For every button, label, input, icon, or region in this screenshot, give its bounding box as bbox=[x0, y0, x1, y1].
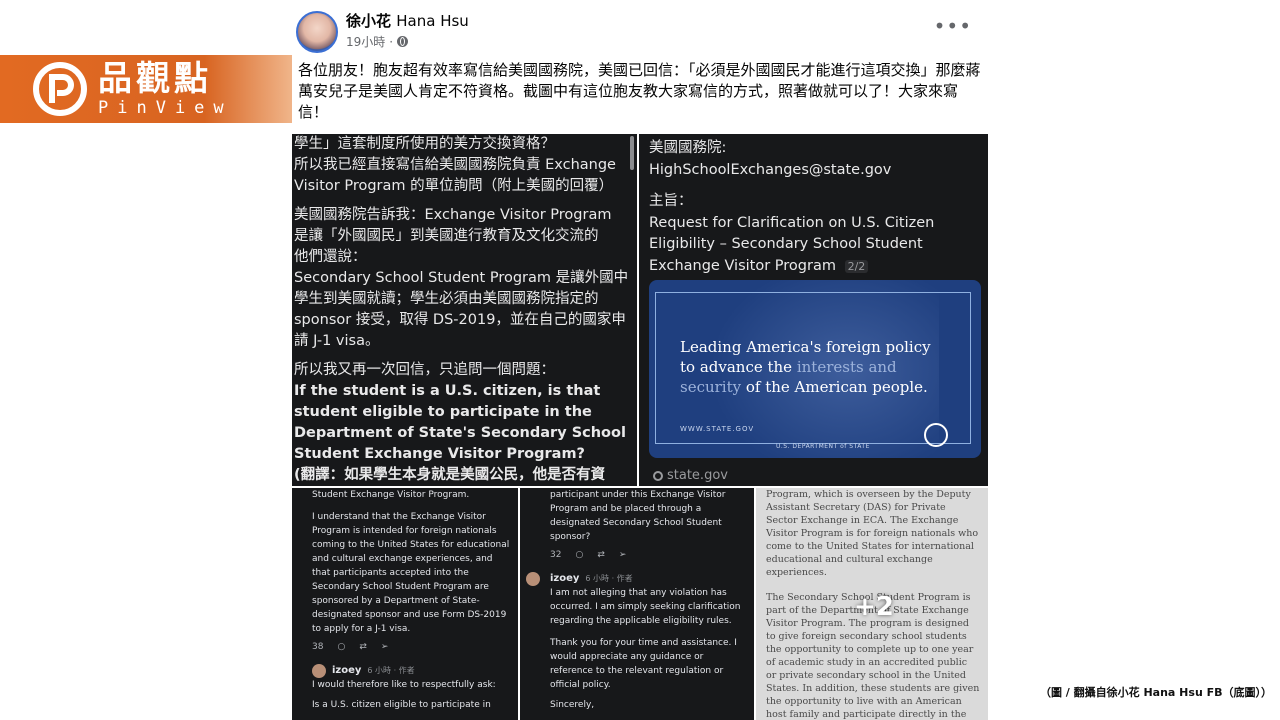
image-credit-caption: （圖 / 翻攝自徐小花 Hana Hsu FB（底圖）） bbox=[1039, 686, 1272, 699]
photo-4-body-1: I am not alleging that any violation has… bbox=[550, 588, 741, 626]
commenter-handle: izoey bbox=[332, 665, 362, 676]
photo-1-question: If the student is a U.S. citizen, is tha… bbox=[294, 383, 626, 462]
link-preview-card[interactable]: Leading America's foreign policy to adva… bbox=[649, 280, 981, 458]
more-options-button[interactable]: ••• bbox=[934, 14, 972, 38]
author-name-zh[interactable]: 徐小花 bbox=[346, 12, 391, 30]
photo-1-line: 所以我已經直接寫信給美國國務院負責 Exchange Visitor Progr… bbox=[294, 157, 616, 194]
card-frame: Leading America's foreign policy to adva… bbox=[655, 292, 971, 450]
author-name[interactable]: 徐小花 Hana Hsu bbox=[346, 10, 469, 31]
public-audience-icon bbox=[397, 36, 409, 47]
photo-3-reply: I would therefore like to respectfully a… bbox=[312, 680, 496, 690]
post-header: 徐小花 Hana Hsu 19小時 · ••• bbox=[292, 0, 988, 58]
commenter-handle: izoey bbox=[550, 573, 580, 584]
comment-time: 6 小時 · 作者 bbox=[585, 574, 633, 583]
like-count: 32 bbox=[550, 550, 562, 560]
photo-1-text: 學生」這套制度所使用的美方交換資格？ 所以我已經直接寫信給美國國務院負責 Exc… bbox=[294, 134, 630, 486]
photo-1-line: (翻譯：如果學生本身就是美國公民，他是否有資 bbox=[294, 467, 606, 483]
card-headline-c: of the American people. bbox=[741, 378, 928, 396]
subject-text: Request for Clarification on U.S. Citize… bbox=[649, 214, 935, 274]
repost-icon: ⇄ bbox=[597, 550, 605, 560]
logo-name-en: PinView bbox=[98, 97, 233, 118]
photo-3[interactable]: Student Exchange Visitor Program. I unde… bbox=[292, 488, 518, 720]
pinview-logo-icon bbox=[33, 62, 87, 116]
page-indicator: 2/2 bbox=[844, 259, 869, 273]
card-headline: Leading America's foreign policy to adva… bbox=[680, 337, 950, 397]
state-department-seal-icon bbox=[924, 423, 948, 447]
photo-4-top: participant under this Exchange Visitor … bbox=[550, 490, 726, 542]
subject-label: 主旨： bbox=[649, 193, 693, 209]
like-count: 38 bbox=[312, 642, 324, 652]
photo-1-line: 所以我又再一次回信，只追問一個問題： bbox=[294, 362, 555, 378]
photo-1-line: Secondary School Student Program 是讓外國中學生… bbox=[294, 270, 629, 349]
media-grid: 學生」這套制度所使用的美方交換資格？ 所以我已經直接寫信給美國國務院負責 Exc… bbox=[292, 134, 988, 720]
photo-4-tail: Sincerely, bbox=[550, 700, 595, 710]
post-text: 各位朋友！胞友超有效率寫信給美國國務院，美國已回信：「必須是外國國民才能進行這項… bbox=[298, 61, 981, 121]
more-photos-count[interactable]: +2 bbox=[854, 592, 894, 622]
recipient-email: HighSchoolExchanges@state.gov bbox=[649, 161, 892, 178]
commenter-avatar bbox=[526, 572, 540, 586]
scrollbar bbox=[630, 136, 634, 170]
subject-line: Request for Clarification on U.S. Citize… bbox=[649, 213, 979, 278]
reply-header: izoey 6 小時 · 作者 bbox=[526, 572, 746, 586]
link-source[interactable]: state.gov bbox=[653, 468, 728, 483]
recipient-label: 美國國務院: bbox=[649, 140, 727, 156]
source-icon bbox=[653, 470, 663, 481]
photo-4-body-2: Thank you for your time and assistance. … bbox=[550, 638, 737, 690]
comment-icon: ○ bbox=[337, 642, 346, 652]
photo-4-comment: participant under this Exchange Visitor … bbox=[526, 488, 746, 712]
author-name-en[interactable]: Hana Hsu bbox=[396, 12, 469, 30]
photo-4[interactable]: participant under this Exchange Visitor … bbox=[520, 488, 754, 720]
reaction-row: 38 ○ ⇄ ➢ bbox=[312, 640, 512, 654]
meta-separator: · bbox=[389, 34, 394, 49]
commenter-avatar bbox=[312, 664, 326, 678]
reaction-row: 32 ○ ⇄ ➢ bbox=[550, 548, 746, 562]
card-subtitle: U.S. DEPARTMENT of STATE bbox=[776, 443, 870, 450]
share-icon: ➢ bbox=[618, 550, 627, 560]
photo-5-more[interactable]: Program, which is overseen by the Deputy… bbox=[756, 488, 988, 720]
comment-icon: ○ bbox=[575, 550, 584, 560]
photo-2[interactable]: 美國國務院: HighSchoolExchanges@state.gov 主旨：… bbox=[639, 134, 988, 486]
repost-icon: ⇄ bbox=[359, 642, 367, 652]
photo-3-top: Student Exchange Visitor Program. bbox=[312, 490, 470, 500]
photo-3-tail: Is a U.S. citizen eligible to participat… bbox=[312, 700, 491, 710]
logo-name-zh: 品觀點 bbox=[98, 58, 212, 99]
photo-1-line: 美國國務院告訴我：Exchange Visitor Program 是讓「外國國… bbox=[294, 207, 612, 244]
photo-2-text: 美國國務院: HighSchoolExchanges@state.gov 主旨：… bbox=[649, 138, 979, 277]
post-time[interactable]: 19小時 bbox=[346, 33, 385, 50]
source-domain[interactable]: state.gov bbox=[667, 468, 728, 483]
author-avatar[interactable] bbox=[296, 11, 338, 53]
facebook-post: 徐小花 Hana Hsu 19小時 · ••• 各位朋友！胞友超有效率寫信給美國… bbox=[292, 0, 988, 720]
photo-1-line: 他們還說： bbox=[294, 249, 367, 265]
card-url: WWW.STATE.GOV bbox=[680, 425, 755, 433]
comment-time: 6 小時 · 作者 bbox=[367, 666, 415, 675]
logo-text: 品觀點 PinView bbox=[98, 62, 233, 117]
pinview-logo-banner: 品觀點 PinView bbox=[0, 55, 292, 123]
reply-header: izoey 6 小時 · 作者 bbox=[312, 664, 512, 678]
share-icon: ➢ bbox=[380, 642, 389, 652]
photo-3-body: I understand that the Exchange Visitor P… bbox=[312, 512, 510, 634]
photo-1[interactable]: 學生」這套制度所使用的美方交換資格？ 所以我已經直接寫信給美國國務院負責 Exc… bbox=[292, 134, 637, 486]
photo-3-comment: Student Exchange Visitor Program. I unde… bbox=[312, 488, 512, 712]
photo-1-line: 學生」這套制度所使用的美方交換資格？ bbox=[294, 136, 555, 152]
post-meta: 19小時 · bbox=[346, 33, 409, 50]
